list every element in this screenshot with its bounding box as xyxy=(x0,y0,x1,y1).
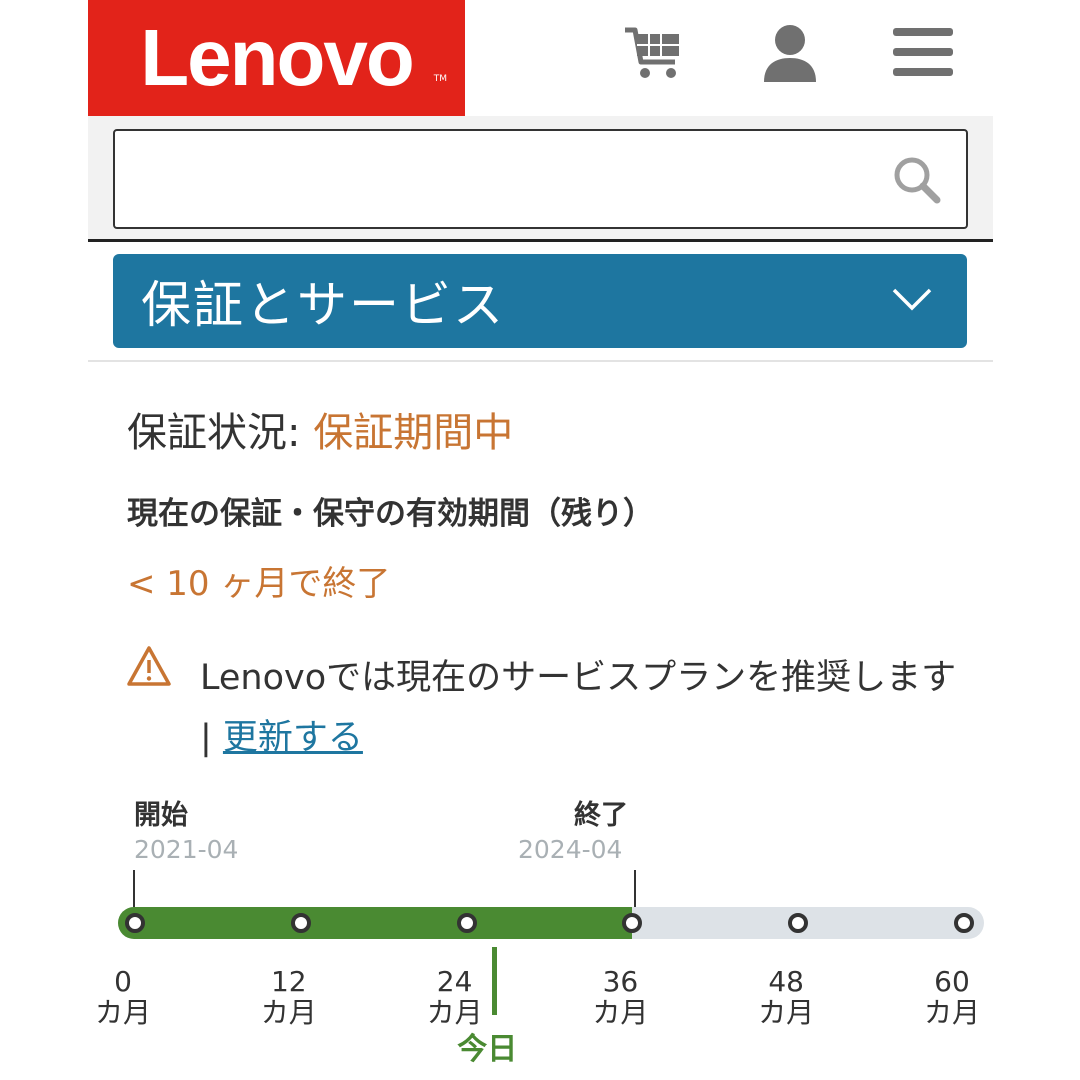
month-label: 36 カ月 xyxy=(575,966,665,1028)
month-unit: カ月 xyxy=(923,996,980,1029)
site-header: Lenovo TM xyxy=(88,0,993,116)
today-label: 今日 xyxy=(457,1032,518,1067)
warning-icon xyxy=(126,645,172,687)
month-label: 48 カ月 xyxy=(741,966,831,1028)
coverage-fill xyxy=(118,907,633,939)
logo-trademark: TM xyxy=(433,74,447,84)
renew-link[interactable]: 更新する xyxy=(223,718,363,758)
month-value: 24 xyxy=(436,965,473,998)
start-date: 2021-04 xyxy=(134,835,239,864)
status-label: 保証状況: xyxy=(127,410,314,456)
month-unit: カ月 xyxy=(260,996,317,1029)
month-label: 0 カ月 xyxy=(78,966,168,1028)
month-value: 36 xyxy=(602,965,639,998)
month-value: 0 xyxy=(114,965,132,998)
end-tick xyxy=(634,870,636,910)
lenovo-logo[interactable]: Lenovo TM xyxy=(88,0,465,116)
month-value: 48 xyxy=(768,965,804,998)
logo-text: Lenovo xyxy=(140,13,414,102)
timeline-dot xyxy=(456,913,477,933)
month-unit: カ月 xyxy=(94,996,151,1029)
search-bar xyxy=(88,116,993,242)
month-label: 60 カ月 xyxy=(907,966,997,1028)
month-label: 24 カ月 xyxy=(410,966,500,1028)
month-unit: カ月 xyxy=(592,996,649,1029)
user-icon[interactable] xyxy=(758,20,822,84)
section-divider xyxy=(88,360,993,362)
month-value: 12 xyxy=(270,965,307,998)
cart-icon[interactable] xyxy=(621,20,685,84)
chevron-down-icon xyxy=(891,287,933,315)
month-label: 12 カ月 xyxy=(244,966,334,1028)
timeline-dot xyxy=(125,913,145,933)
end-label: 終了 xyxy=(574,800,628,831)
search-input[interactable] xyxy=(113,129,968,229)
menu-icon[interactable] xyxy=(891,20,955,84)
month-unit: カ月 xyxy=(758,996,815,1029)
remaining-period-value: < 10 ヶ月で終了 xyxy=(127,564,391,604)
month-value: 60 xyxy=(934,965,970,998)
start-tick xyxy=(133,870,135,910)
today-marker xyxy=(492,947,498,1015)
timeline-dot xyxy=(954,913,974,933)
accordion-title: 保証とサービス xyxy=(141,276,505,334)
end-date: 2024-04 xyxy=(518,835,623,864)
start-label: 開始 xyxy=(134,800,188,831)
status-value: 保証期間中 xyxy=(313,410,514,456)
warranty-accordion[interactable]: 保証とサービス xyxy=(113,254,967,348)
timeline-dot xyxy=(290,913,311,933)
service-recommendation: Lenovoでは現在のサービスプランを推奨します | 更新する xyxy=(200,648,960,768)
search-icon[interactable] xyxy=(891,154,943,206)
remaining-period-title: 現在の保証・保守の有効期間（残り） xyxy=(127,496,654,532)
warranty-status: 保証状況: 保証期間中 xyxy=(127,400,513,458)
